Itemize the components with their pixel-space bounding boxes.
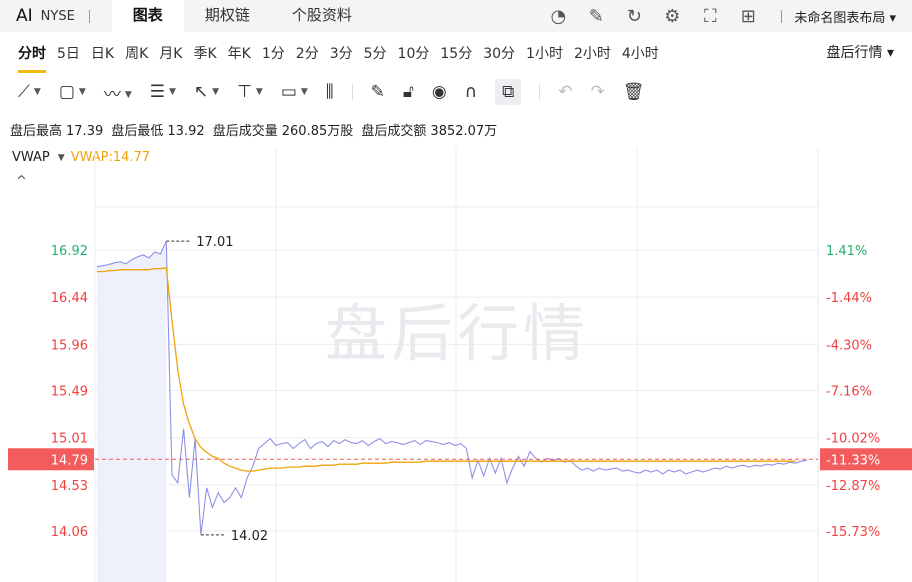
current-pct-label: -11.33% <box>826 453 880 468</box>
y-tick-label: 15.01 <box>51 432 88 447</box>
y-tick-label: 14.06 <box>51 525 88 540</box>
pct-tick-label: 1.41% <box>826 244 867 259</box>
y-tick-label: 15.96 <box>51 338 88 353</box>
y-tick-label: 16.92 <box>51 244 88 259</box>
watermark: 盘后行情 <box>325 297 589 370</box>
pct-tick-label: -12.87% <box>826 479 880 494</box>
pct-tick-label: -10.02% <box>826 432 880 447</box>
pct-tick-label: -1.44% <box>826 291 872 306</box>
max-marker-label: 17.01 <box>196 235 233 250</box>
min-marker-label: 14.02 <box>231 529 268 544</box>
current-price-label: 14.79 <box>51 453 88 468</box>
y-tick-label: 15.49 <box>51 385 88 400</box>
pct-tick-label: -15.73% <box>826 525 880 540</box>
pct-tick-label: -4.30% <box>826 338 872 353</box>
price-area <box>97 241 167 582</box>
price-chart[interactable]: 盘后行情 17.01 14.02 16.92 16.44 15.96 15.49 15.0… <box>0 0 912 582</box>
price-line <box>96 240 808 535</box>
pct-tick-label: -7.16% <box>826 385 872 400</box>
y-tick-label: 14.53 <box>51 479 88 494</box>
y-tick-label: 16.44 <box>51 291 88 306</box>
